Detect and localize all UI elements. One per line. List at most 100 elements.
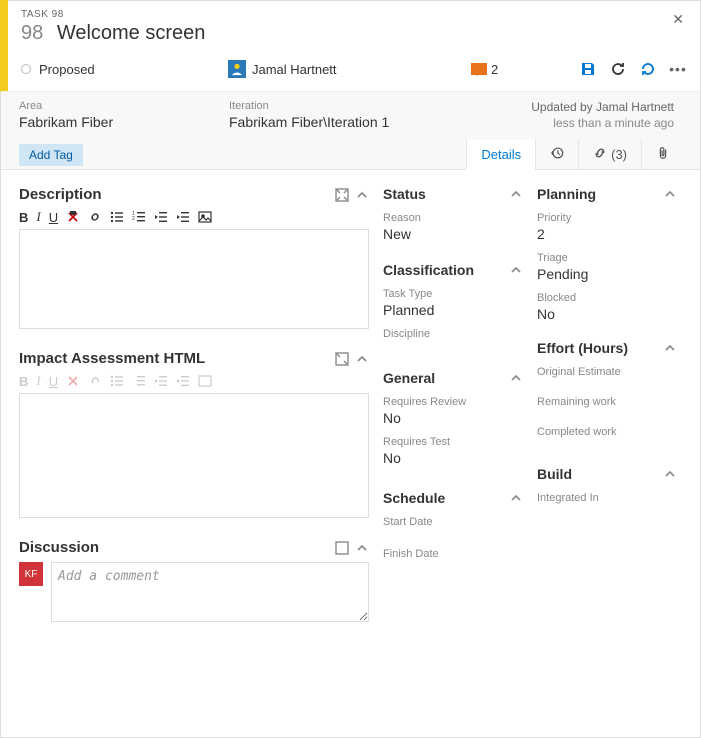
origest-label: Original Estimate [537, 366, 677, 378]
indent-button[interactable] [176, 210, 190, 224]
integrated-label: Integrated In [537, 492, 677, 504]
title-row[interactable]: 98 Welcome screen [21, 22, 684, 45]
remove-format-button[interactable] [66, 210, 80, 224]
schedule-header: Schedule [383, 490, 523, 506]
discipline-label: Discipline [383, 328, 523, 340]
tab-attachments[interactable] [641, 140, 684, 169]
undo-icon[interactable] [640, 61, 656, 77]
collapse-icon[interactable] [509, 371, 523, 385]
underline-button[interactable]: U [49, 210, 58, 225]
task-type-label: TASK 98 [21, 9, 684, 20]
collapse-icon[interactable] [509, 263, 523, 277]
reqtest-value[interactable]: No [383, 450, 523, 466]
tasktype-label: Task Type [383, 288, 523, 300]
triage-value[interactable]: Pending [537, 266, 677, 282]
bullet-list-button[interactable] [110, 374, 124, 388]
bold-button[interactable]: B [19, 210, 28, 225]
collapse-icon[interactable] [663, 187, 677, 201]
state-dropdown[interactable]: Proposed [39, 62, 95, 77]
comment-count: 2 [491, 62, 498, 77]
bold-button[interactable]: B [19, 374, 28, 389]
reqtest-label: Requires Test [383, 436, 523, 448]
link-icon [593, 146, 607, 163]
underline-button[interactable]: U [49, 374, 58, 389]
completed-label: Completed work [537, 426, 677, 438]
status-header: Status [383, 186, 523, 202]
build-header: Build [537, 466, 677, 482]
blocked-value[interactable]: No [537, 306, 677, 322]
image-button[interactable] [198, 210, 212, 224]
updated-time: less than a minute ago [439, 116, 674, 130]
assignee-picker[interactable]: Jamal Hartnett [228, 60, 337, 78]
tab-history[interactable] [535, 140, 578, 169]
area-value[interactable]: Fabrikam Fiber [19, 114, 219, 130]
close-icon[interactable]: ✕ [672, 11, 684, 28]
finishdate-label: Finish Date [383, 548, 523, 560]
collapse-icon[interactable] [355, 188, 369, 202]
link-button[interactable] [88, 374, 102, 388]
comments-link[interactable]: 2 [471, 62, 498, 77]
description-editor[interactable] [19, 229, 369, 329]
updated-by: Updated by Jamal Hartnett [439, 100, 674, 114]
link-button[interactable] [88, 210, 102, 224]
reason-value[interactable]: New [383, 226, 523, 242]
more-actions-icon[interactable]: ••• [670, 61, 686, 77]
classification-header: Classification [383, 262, 523, 278]
priority-label: Priority [537, 212, 677, 224]
collapse-icon[interactable] [663, 341, 677, 355]
comment-input[interactable] [51, 562, 369, 622]
state-dot-icon [21, 64, 31, 74]
image-button[interactable] [198, 374, 212, 388]
user-avatar-badge: KF [19, 562, 43, 586]
collapse-icon[interactable] [509, 187, 523, 201]
remaining-label: Remaining work [537, 396, 677, 408]
outdent-button[interactable] [154, 210, 168, 224]
task-title: Welcome screen [57, 22, 206, 44]
collapse-icon[interactable] [355, 352, 369, 366]
refresh-icon[interactable] [610, 61, 626, 77]
reqreview-label: Requires Review [383, 396, 523, 408]
tab-links[interactable]: (3) [578, 140, 641, 169]
number-list-button[interactable] [132, 374, 146, 388]
indent-button[interactable] [176, 374, 190, 388]
italic-button[interactable]: I [36, 373, 40, 389]
avatar-icon [228, 60, 246, 78]
impact-toolbar: B I U [19, 373, 369, 389]
fullscreen-icon[interactable] [335, 541, 349, 555]
tasktype-value[interactable]: Planned [383, 302, 523, 318]
italic-button[interactable]: I [36, 209, 40, 225]
bullet-list-button[interactable] [110, 210, 124, 224]
effort-header: Effort (Hours) [537, 340, 677, 356]
tab-details-label: Details [481, 147, 521, 162]
fullscreen-icon[interactable] [335, 352, 349, 366]
attachment-icon [656, 146, 670, 163]
history-icon [550, 146, 564, 163]
reason-label: Reason [383, 212, 523, 224]
collapse-icon[interactable] [509, 491, 523, 505]
discussion-header: Discussion [19, 539, 369, 556]
comment-icon [471, 63, 487, 75]
collapse-icon[interactable] [663, 467, 677, 481]
impact-editor[interactable] [19, 393, 369, 518]
startdate-label: Start Date [383, 516, 523, 528]
outdent-button[interactable] [154, 374, 168, 388]
tab-links-count: (3) [611, 147, 627, 162]
general-header: General [383, 370, 523, 386]
blocked-label: Blocked [537, 292, 677, 304]
collapse-icon[interactable] [355, 541, 369, 555]
save-icon[interactable] [580, 61, 596, 77]
triage-label: Triage [537, 252, 677, 264]
impact-header: Impact Assessment HTML [19, 350, 369, 367]
description-toolbar: B I U 12 [19, 209, 369, 225]
add-tag-button[interactable]: Add Tag [19, 144, 83, 166]
remove-format-button[interactable] [66, 374, 80, 388]
task-id: 98 [21, 22, 43, 44]
reqreview-value[interactable]: No [383, 410, 523, 426]
description-header: Description [19, 186, 369, 203]
iteration-value[interactable]: Fabrikam Fiber\Iteration 1 [229, 114, 429, 130]
number-list-button[interactable]: 12 [132, 210, 146, 224]
tab-details[interactable]: Details [466, 140, 535, 170]
fullscreen-icon[interactable] [335, 188, 349, 202]
priority-value[interactable]: 2 [537, 226, 677, 242]
planning-header: Planning [537, 186, 677, 202]
